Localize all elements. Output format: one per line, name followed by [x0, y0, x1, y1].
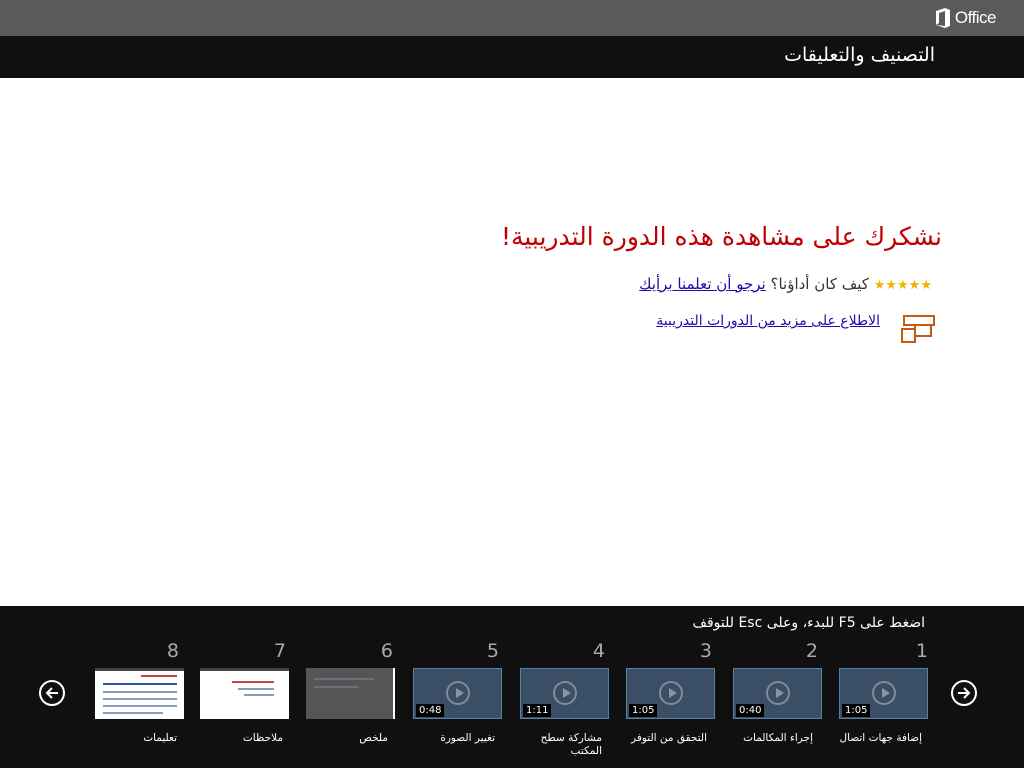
thumbnail-label: مشاركة سطح المكتب [540, 732, 602, 757]
thumbnail-1[interactable]: 1:05 [839, 668, 928, 719]
thumbnail-label: إجراء المكالمات [743, 732, 813, 744]
rating-stars-icon[interactable]: ★★★★★ [874, 278, 933, 293]
next-arrow-icon[interactable] [951, 680, 977, 706]
thumbnail-2[interactable]: 0:40 [733, 668, 822, 719]
office-logo-icon [935, 8, 950, 28]
duration-label: 0:40 [736, 704, 765, 717]
courses-icon [901, 315, 935, 343]
thanks-heading: نشكرك على مشاهدة هذه الدورة التدريبية! [500, 222, 942, 251]
play-icon [553, 681, 577, 705]
office-logo-text: Office [954, 8, 997, 27]
feedback-link[interactable]: نرجو أن تعلمنا برأيك [639, 275, 766, 293]
thumbnail-5[interactable]: 0:48 [413, 668, 502, 719]
thumbnail-3[interactable]: 1:05 [626, 668, 715, 719]
play-icon [446, 681, 470, 705]
thumbnail-number: 2 [805, 640, 818, 662]
duration-label: 1:05 [842, 704, 871, 717]
thumbnail-label: التحقق من التوفر [631, 732, 707, 744]
thumbnail-label: إضافة جهات اتصال [839, 732, 922, 744]
more-courses: الاطلاع على مزيد من الدورات التدريبية [656, 313, 936, 346]
instructions-text: اضغط على F5 للبدء، وعلى Esc للتوقف [692, 615, 925, 631]
duration-label: 0:48 [416, 704, 445, 717]
previous-arrow-icon[interactable] [39, 680, 65, 706]
thumbnail-label: ملاحظات [242, 732, 283, 744]
more-courses-link[interactable]: الاطلاع على مزيد من الدورات التدريبية [656, 313, 880, 329]
thumbnail-number: 3 [699, 640, 712, 662]
thumbnail-6[interactable] [306, 668, 395, 719]
thumbnail-number: 8 [166, 640, 179, 662]
thumbnail-label: ملخص [359, 732, 388, 744]
thumbnail-label: تعليمات [143, 732, 177, 744]
thumbnail-4[interactable]: 1:11 [520, 668, 609, 719]
page-title: التصنيف والتعليقات [784, 44, 935, 66]
thumbnail-number: 6 [380, 640, 393, 662]
play-icon [766, 681, 790, 705]
thumbnail-label: تغيير الصورة [440, 732, 495, 744]
play-icon [872, 681, 896, 705]
thumbnail-number: 5 [486, 640, 499, 662]
top-bar: Office [0, 0, 1024, 36]
rating-line: ★★★★★ كيف كان أداؤنا؟ نرجو أن تعلمنا برأ… [639, 275, 933, 293]
play-icon [659, 681, 683, 705]
duration-label: 1:11 [523, 704, 552, 717]
duration-label: 1:05 [629, 704, 658, 717]
thumbnail-8[interactable] [95, 668, 184, 719]
office-logo: Office [935, 8, 997, 28]
thumbnail-number: 7 [273, 640, 286, 662]
thumbnail-7[interactable] [200, 668, 289, 719]
thumbnail-number: 1 [915, 640, 928, 662]
thumbnail-number: 4 [592, 640, 605, 662]
rating-question: كيف كان أداؤنا؟ [770, 275, 869, 293]
